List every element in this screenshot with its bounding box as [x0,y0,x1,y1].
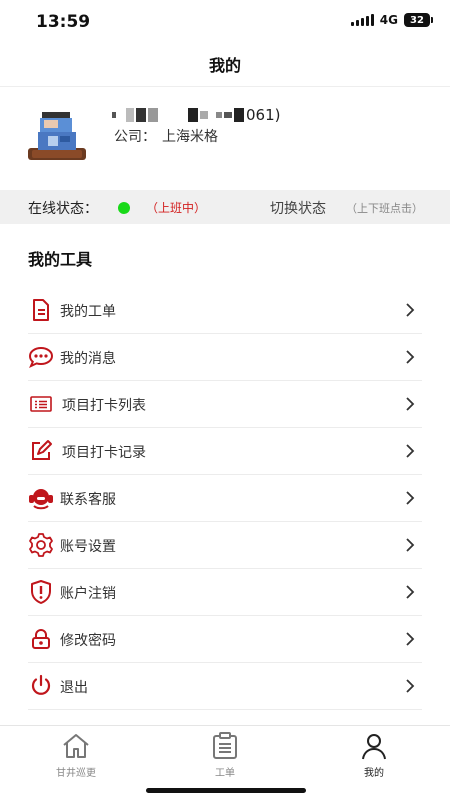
menu-item-delete-account[interactable]: 账户注销 [28,569,422,616]
battery-icon: 32 [404,13,433,27]
online-status-row: 在线状态： （上班中） 切换状态 （上下班点击） [0,190,450,224]
status-time: 13:59 [36,12,91,32]
status-indicators: 4G 32 [350,13,433,27]
page-title: 我的 [208,56,241,75]
profile-section: 061) 公司： 上海米格 [0,96,450,186]
switch-status-hint[interactable]: （上下班点击） [346,200,423,216]
chevron-right-icon [406,538,415,552]
menu-item-label: 我的工单 [60,304,116,320]
user-name-text: 061) [246,106,281,124]
tools-section-title: 我的工具 [28,250,93,269]
list-icon [28,391,54,417]
power-icon [28,673,54,699]
chevron-right-icon [406,350,415,364]
menu-item-logout[interactable]: 退出 [28,663,422,710]
online-dot-icon [118,202,130,214]
menu-item-label: 账户注销 [60,586,116,602]
tab-label: 甘井巡更 [56,768,96,779]
edit-icon [28,438,54,464]
company-label: 公司： [114,129,156,145]
chevron-right-icon [406,397,415,411]
menu-item-checkin-records[interactable]: 项目打卡记录 [28,428,422,475]
chevron-right-icon [406,585,415,599]
chevron-right-icon [406,679,415,693]
shield-alert-icon [28,579,54,605]
menu-item-account-settings[interactable]: 账号设置 [28,522,422,569]
menu-item-contact-support[interactable]: 联系客服 [28,475,422,522]
home-icon [63,734,89,758]
chevron-right-icon [406,632,415,646]
gear-icon [28,532,54,558]
tab-label: 我的 [364,768,384,779]
chevron-right-icon [406,444,415,458]
chevron-right-icon [406,491,415,505]
company-info: 公司： 上海米格 [114,126,218,146]
status-bar: 13:59 4G 32 [0,0,450,44]
menu-item-label: 联系客服 [60,492,116,508]
tab-mine[interactable]: 我的 [324,732,424,780]
tab-home[interactable]: 甘井巡更 [26,732,126,780]
document-icon [28,297,54,323]
network-type: 4G [379,13,398,27]
tab-label: 工单 [215,768,235,779]
home-indicator [146,788,306,793]
menu-item-checkin-list[interactable]: 项目打卡列表 [28,381,422,428]
switch-status-button[interactable]: 切换状态 [270,198,326,218]
menu-item-label: 账号设置 [60,539,116,555]
chevron-right-icon [406,303,415,317]
signal-icon [350,14,374,26]
menu-item-label: 修改密码 [60,633,116,649]
tab-workorders[interactable]: 工单 [175,732,275,780]
menu-item-label: 退出 [60,680,88,696]
menu-item-label: 我的消息 [60,351,116,367]
online-status-label: 在线状态： [28,201,98,217]
menu-item-label: 项目打卡列表 [62,398,146,414]
company-name: 上海米格 [162,129,218,145]
menu-item-change-password[interactable]: 修改密码 [28,616,422,663]
menu-item-label: 项目打卡记录 [62,445,146,461]
nav-divider [0,86,450,87]
battery-level: 32 [410,14,424,26]
user-name: 061) [112,104,372,126]
tools-menu: 我的工单 我的消息 项目打卡列表 项目打卡记录 联系客服 账号设置 账户注销 修… [28,287,422,710]
menu-item-my-messages[interactable]: 我的消息 [28,334,422,381]
user-icon [362,734,386,760]
online-state-text: （上班中） [146,201,207,215]
avatar[interactable] [28,106,86,164]
headset-icon [28,485,54,511]
chat-bubble-icon [28,344,54,370]
clipboard-icon [213,732,237,759]
menu-item-my-workorders[interactable]: 我的工单 [28,287,422,334]
lock-icon [28,626,54,652]
